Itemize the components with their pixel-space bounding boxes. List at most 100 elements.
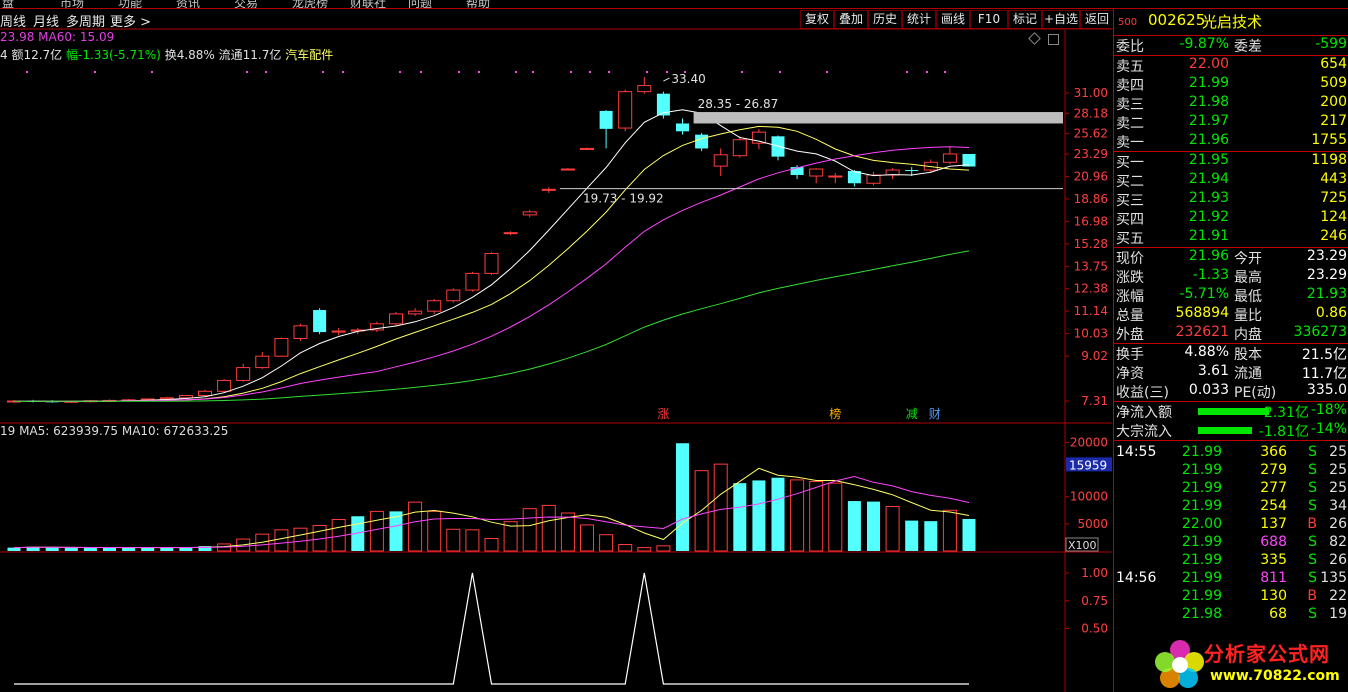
signal-dot <box>944 71 946 73</box>
candle <box>580 147 594 150</box>
candle <box>809 168 824 184</box>
volume-bar <box>45 547 59 551</box>
volume-series: 19 MA5: 623939.75 MA10: 672633.25 <box>0 424 976 552</box>
signal-dot <box>570 71 572 73</box>
signal-dot <box>26 71 28 73</box>
ask-level-label: 卖五 <box>1116 59 1144 75</box>
quote-row: 净资 3.61 流通 11.7亿 <box>1114 363 1348 382</box>
bid-volume: 1198 <box>1311 152 1347 168</box>
tick-time: 14:56 <box>1116 570 1157 586</box>
candle <box>389 311 403 326</box>
fund-value: 335.0 <box>1306 382 1347 398</box>
event-marker[interactable]: 减 <box>906 407 918 421</box>
tick-count: 135 <box>1320 570 1347 586</box>
tick-price: 21.99 <box>1181 480 1222 496</box>
order-ratio-value: -9.87% <box>1179 36 1229 52</box>
quote-header: 500 002625 光启技术 <box>1114 11 1348 31</box>
stat-value: 336273 <box>1293 324 1347 340</box>
ask-price: 21.96 <box>1188 132 1229 148</box>
event-marker[interactable]: 财 <box>929 407 941 421</box>
bid-price: 21.93 <box>1188 190 1229 206</box>
chart-area[interactable]: 28.35 - 26.87 19.73 - 19.92 33.40 涨 榜 减财 19 M… <box>0 0 1112 692</box>
resistance-label: 28.35 - 26.87 <box>698 97 779 111</box>
ask-volume: 200 <box>1320 94 1347 110</box>
signal-dot <box>265 71 267 73</box>
signal-dot <box>666 71 668 73</box>
candle <box>313 308 327 335</box>
ask-price: 21.98 <box>1188 94 1229 110</box>
bid-level-label: 买三 <box>1116 193 1144 209</box>
quote-row: 22.00 137 B 26 <box>1114 516 1348 535</box>
tick-count: 22 <box>1329 588 1347 604</box>
event-marker[interactable]: 榜 <box>829 406 841 421</box>
volume-bar <box>293 527 308 552</box>
watermark-title: 分析家公式网 <box>1204 642 1330 666</box>
bid-price: 21.94 <box>1188 171 1229 187</box>
volume-bar <box>867 501 880 551</box>
stock-name: 光启技术 <box>1202 13 1263 31</box>
tick-side: S <box>1308 552 1317 568</box>
ask-price: 21.97 <box>1188 113 1229 129</box>
candle <box>293 323 308 341</box>
price-axis-label: 13.75 <box>1074 259 1108 273</box>
candle <box>465 271 480 292</box>
fund-label: 收益(三) <box>1116 385 1169 401</box>
resistance-zone <box>693 112 1063 124</box>
signal-dot <box>532 71 534 73</box>
volume-bar <box>103 547 116 551</box>
candle <box>695 132 709 152</box>
candle <box>408 308 423 316</box>
tick-side: B <box>1307 588 1317 604</box>
candle <box>676 118 689 135</box>
watermark-logo: 分析家公式网 www.70822.com <box>1150 636 1346 690</box>
stat-label: 量比 <box>1234 308 1262 324</box>
quote-row: 21.99 279 S 25 <box>1114 462 1348 481</box>
quote-row: 卖一 21.96 1755 <box>1114 132 1348 151</box>
volume-bar <box>427 510 442 552</box>
volume-bar <box>771 477 785 551</box>
bid-price: 21.95 <box>1188 152 1229 168</box>
candle <box>274 337 289 357</box>
price-axis-label: 20.96 <box>1074 169 1108 183</box>
stat-value: -5.71% <box>1179 286 1229 302</box>
volume-bar <box>122 547 136 551</box>
tick-price: 21.98 <box>1181 606 1222 622</box>
tick-side: S <box>1308 462 1317 478</box>
volume-bar <box>64 547 78 551</box>
volume-legend: 19 MA5: 623939.75 MA10: 672633.25 <box>0 424 228 438</box>
quote-row: 委比 -9.87% 委差 -599 <box>1114 36 1348 55</box>
order-diff-value: -599 <box>1315 36 1347 52</box>
fund-label: 流通 <box>1234 366 1262 382</box>
tick-count: 25 <box>1329 480 1347 496</box>
stat-value: 21.96 <box>1188 248 1229 264</box>
signal-dot <box>94 71 96 73</box>
signal-dot <box>399 71 401 73</box>
volume-bar <box>446 528 461 552</box>
support-label: 19.73 - 19.92 <box>583 192 664 206</box>
stock-code: 002625 <box>1148 11 1206 29</box>
volume-bar <box>618 543 633 552</box>
candle <box>828 173 843 184</box>
event-marker[interactable]: 涨 <box>657 406 669 421</box>
quote-row: 21.99 335 S 26 <box>1114 552 1348 571</box>
bid-volume: 725 <box>1320 190 1347 206</box>
price-axis-label: 7.31 <box>1081 394 1108 408</box>
tick-price: 21.99 <box>1181 534 1222 550</box>
fund-label: 净资 <box>1116 366 1144 382</box>
volume-bar <box>7 547 21 551</box>
tick-volume: 277 <box>1260 480 1287 496</box>
fund-label: 股本 <box>1234 347 1262 363</box>
volume-bar <box>484 538 499 552</box>
stat-value: 23.29 <box>1306 267 1347 283</box>
quote-row: 涨幅 -5.71% 最低 21.93 <box>1114 286 1348 305</box>
quote-row: 净流入额 -2.31亿 -18% <box>1114 402 1348 421</box>
tick-count: 26 <box>1329 516 1347 532</box>
tick-side: S <box>1308 480 1317 496</box>
quote-row: 现价 21.96 今开 23.29 <box>1114 248 1348 267</box>
ask-volume: 509 <box>1320 75 1347 91</box>
volume-bar <box>369 510 384 552</box>
candle <box>484 252 499 276</box>
fund-value: 4.88% <box>1184 344 1229 360</box>
tick-count: 25 <box>1329 444 1347 460</box>
tick-volume: 811 <box>1260 570 1287 586</box>
